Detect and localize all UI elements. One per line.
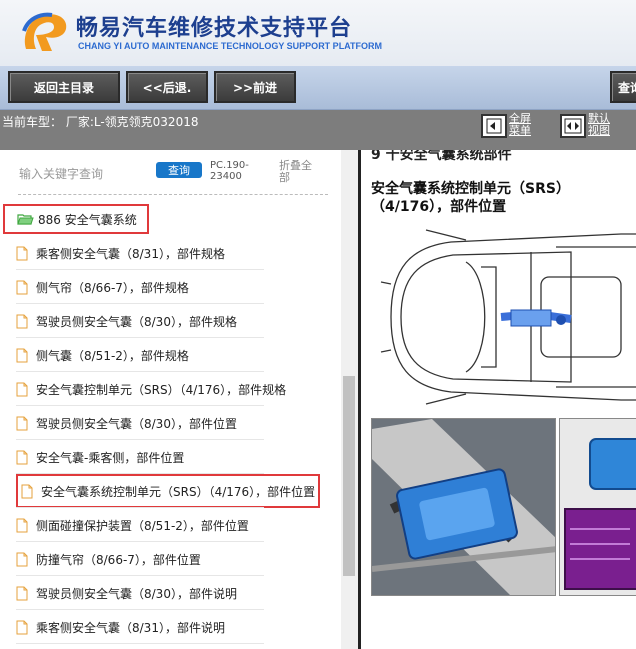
document-icon: [16, 620, 28, 634]
tree-item[interactable]: 安全气囊-乘客侧，部件位置: [16, 442, 184, 472]
toolbar: 返回主目录 <<后退. >>前进 查询: [0, 66, 636, 110]
row-separator: [16, 371, 264, 372]
row-separator: [16, 541, 264, 542]
tree-item-label: 驾驶员侧安全气囊（8/30），部件说明: [36, 586, 237, 601]
back-to-main-button[interactable]: 返回主目录: [8, 71, 120, 103]
tree-item[interactable]: 驾驶员侧安全气囊（8/30），部件说明: [16, 578, 237, 608]
search-input[interactable]: 输入关键字查询: [19, 165, 103, 182]
default-view-icon: [564, 118, 582, 134]
row-separator: [16, 575, 264, 576]
document-icon: [21, 484, 33, 498]
document-icon: [16, 450, 28, 464]
section-heading: 9 十安全气囊系统部件: [371, 150, 512, 163]
tree-root-airbag-system[interactable]: 886 安全气囊系统: [3, 204, 149, 234]
vehicle-top-view-diagram: [380, 229, 636, 405]
document-icon: [16, 416, 28, 430]
tree-item[interactable]: 侧面碰撞保护装置（8/51-2），部件位置: [16, 510, 249, 540]
tree-item-label: 侧面碰撞保护装置（8/51-2），部件位置: [36, 518, 249, 533]
tree-item-label: 安全气囊控制单元（SRS）（4/176），部件规格: [36, 382, 287, 397]
document-icon: [16, 518, 28, 532]
pc-code: PC.190-23400: [210, 160, 249, 182]
document-icon: [16, 314, 28, 328]
row-separator: [16, 337, 264, 338]
tree-item[interactable]: 驾驶员侧安全气囊（8/30），部件位置: [16, 408, 237, 438]
folder-open-icon: [17, 214, 34, 225]
tree-item-label: 侧气囊（8/51-2），部件规格: [36, 348, 189, 363]
tree-item-label: 防撞气帘（8/66-7），部件位置: [36, 552, 201, 567]
default-view-button[interactable]: [560, 114, 586, 138]
back-button[interactable]: <<后退.: [126, 71, 208, 103]
current-car-model: 当前车型： 厂家:L-领克领克032018: [2, 115, 199, 129]
document-icon: [16, 246, 28, 260]
tree-item-label: 安全气囊-乘客侧，部件位置: [36, 450, 185, 465]
info-bar: 当前车型： 厂家:L-领克领克032018 全屏菜单 默认视图: [0, 110, 636, 150]
row-separator: [16, 643, 264, 644]
app-title: 畅易汽车维修技术支持平台: [76, 16, 353, 41]
row-separator: [16, 439, 264, 440]
search-button[interactable]: 查询: [156, 162, 202, 178]
document-icon: [16, 382, 28, 396]
app-subtitle: CHANG YI AUTO MAINTENANCE TECHNOLOGY SUP…: [78, 41, 383, 51]
document-icon: [16, 280, 28, 294]
row-separator: [16, 269, 264, 270]
tree-item[interactable]: 侧气帘（8/66-7），部件规格: [16, 272, 189, 302]
fullscreen-menu-button[interactable]: [481, 114, 507, 138]
tree-item-label: 驾驶员侧安全气囊（8/30），部件位置: [36, 416, 237, 431]
divider: [18, 194, 328, 195]
row-separator: [16, 303, 264, 304]
tree-item-label: 乘客侧安全气囊（8/31），部件规格: [36, 246, 225, 261]
document-icon: [16, 348, 28, 362]
document-view: 9 十安全气囊系统部件 安全气囊系统控制单元（SRS）（4/176），部件位置: [361, 150, 636, 649]
document-icon: [16, 586, 28, 600]
component-photo-2: [559, 418, 636, 596]
fullscreen-menu-link[interactable]: 全屏菜单: [509, 113, 541, 137]
app-header: 畅易汽车维修技术支持平台 CHANG YI AUTO MAINTENANCE T…: [0, 0, 636, 66]
row-separator: [16, 405, 264, 406]
tree-item-label: 乘客侧安全气囊（8/31），部件说明: [36, 620, 225, 635]
tree-item[interactable]: 驾驶员侧安全气囊（8/30），部件规格: [16, 306, 237, 336]
tree-item-label: 驾驶员侧安全气囊（8/30），部件规格: [36, 314, 237, 329]
tree-panel: 输入关键字查询 查询 PC.190-23400 折叠全部 886 安全气囊系统 …: [0, 150, 358, 649]
tree-item-label: 安全气囊系统控制单元（SRS）（4/176），部件位置: [41, 484, 316, 499]
query-button[interactable]: 查询: [610, 71, 636, 103]
tree-item[interactable]: 安全气囊控制单元（SRS）（4/176），部件规格: [16, 374, 286, 404]
collapse-all-link[interactable]: 折叠全部: [279, 160, 319, 184]
forward-button[interactable]: >>前进: [214, 71, 296, 103]
fullscreen-icon: [486, 118, 502, 134]
document-title: 安全气囊系统控制单元（SRS）（4/176），部件位置: [371, 181, 570, 215]
tree-item[interactable]: 安全气囊系统控制单元（SRS）（4/176），部件位置: [16, 474, 321, 508]
tree-scrollbar[interactable]: [341, 150, 358, 649]
tree-item[interactable]: 防撞气帘（8/66-7），部件位置: [16, 544, 201, 574]
component-photo-1: [371, 418, 556, 596]
tree-item[interactable]: 乘客侧安全气囊（8/31），部件规格: [16, 238, 225, 268]
tree-item[interactable]: 乘客侧安全气囊（8/31），部件说明: [16, 612, 225, 642]
row-separator: [16, 609, 264, 610]
tree-item[interactable]: 侧气囊（8/51-2），部件规格: [16, 340, 189, 370]
document-icon: [16, 552, 28, 566]
tree-root-label: 886 安全气囊系统: [38, 212, 137, 227]
tree-item-label: 侧气帘（8/66-7），部件规格: [36, 280, 189, 295]
scrollbar-thumb[interactable]: [343, 376, 355, 576]
default-view-link[interactable]: 默认视图: [588, 113, 620, 137]
logo-icon: [22, 12, 67, 51]
row-separator: [16, 507, 264, 508]
